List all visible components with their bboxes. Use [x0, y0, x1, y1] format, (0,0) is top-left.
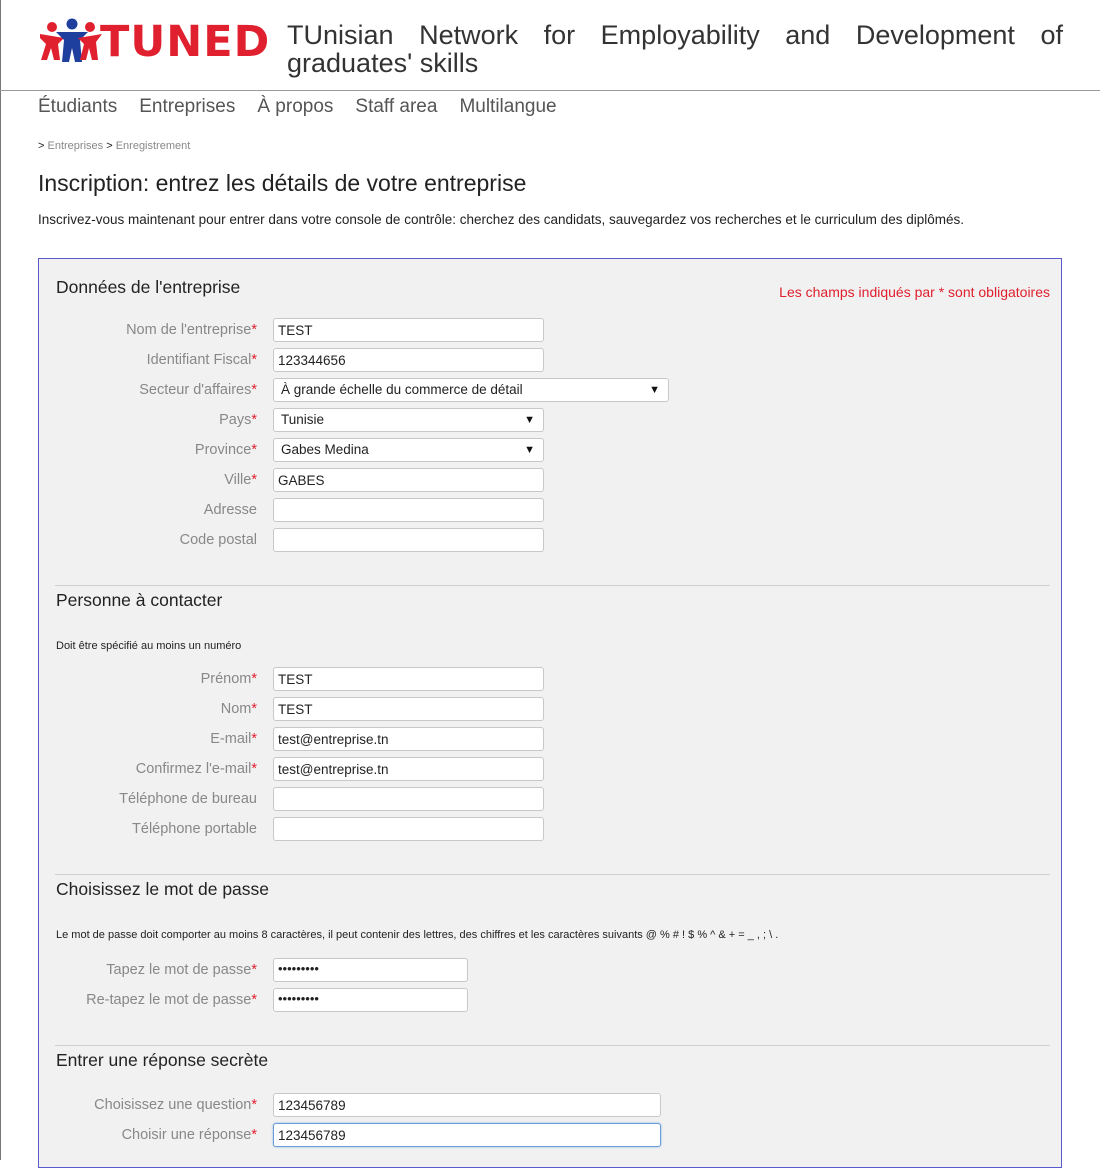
- first-name-input[interactable]: [273, 667, 544, 691]
- site-header: TUNED TUnisian Network for Employability…: [0, 0, 1100, 91]
- section-title-password: Choisissez le mot de passe: [56, 879, 270, 899]
- page-intro: Inscrivez-vous maintenant pour entrer da…: [38, 212, 964, 227]
- country-select[interactable]: Tunisie ▼: [273, 408, 544, 432]
- country-label: Pays*: [219, 412, 257, 428]
- nav-item-staff-area[interactable]: Staff area: [355, 96, 437, 118]
- confirm-email-label: Confirmez l'e-mail*: [135, 761, 257, 777]
- password-input[interactable]: •••••••••: [273, 958, 468, 982]
- first-name-label: Prénom*: [200, 671, 257, 687]
- form-row-office-phone: Téléphone de bureau: [39, 787, 1039, 811]
- email-label: E-mail*: [210, 731, 257, 747]
- password-hint: Le mot de passe doit comporter au moins …: [56, 929, 779, 941]
- business-sector-label: Secteur d'affaires*: [139, 382, 257, 398]
- section-divider: [55, 1045, 1050, 1046]
- people-figures-icon: [40, 18, 102, 62]
- breadcrumb-separator: >: [38, 140, 45, 152]
- section-title-company: Données de l'entreprise: [56, 277, 241, 297]
- office-phone-label: Téléphone de bureau: [119, 791, 257, 807]
- form-row-tax-id: Identifiant Fiscal*: [39, 348, 1039, 372]
- nav-item-a-propos[interactable]: À propos: [257, 96, 333, 118]
- retype-password-input[interactable]: •••••••••: [273, 988, 468, 1012]
- dropdown-arrow-icon: ▼: [524, 414, 535, 426]
- main-nav: Étudiants Entreprises À propos Staff are…: [38, 96, 557, 118]
- mobile-phone-input[interactable]: [273, 817, 544, 841]
- province-select[interactable]: Gabes Medina ▼: [273, 438, 544, 462]
- postal-code-input[interactable]: [273, 528, 544, 552]
- breadcrumb-separator: >: [106, 140, 113, 152]
- dropdown-arrow-icon: ▼: [649, 384, 660, 396]
- nav-item-etudiants[interactable]: Étudiants: [38, 96, 117, 118]
- city-label: Ville*: [224, 472, 257, 488]
- section-divider: [55, 585, 1050, 586]
- registration-form: Données de l'entreprise Les champs indiq…: [38, 258, 1062, 1168]
- retype-password-label: Re-tapez le mot de passe*: [86, 992, 257, 1008]
- section-title-secret: Entrer une réponse secrète: [56, 1050, 269, 1070]
- section-divider: [55, 874, 1050, 875]
- secret-answer-label: Choisir une réponse*: [121, 1127, 257, 1143]
- site-title: TUnisian Network for Employability and D…: [287, 20, 1063, 78]
- breadcrumb-item-enregistrement: Enregistrement: [115, 140, 191, 152]
- province-value: Gabes Medina: [281, 442, 369, 457]
- site-logo[interactable]: TUNED: [38, 14, 270, 70]
- secret-question-input[interactable]: [273, 1093, 661, 1117]
- email-input[interactable]: [273, 727, 544, 751]
- company-name-input[interactable]: [273, 318, 544, 342]
- form-row-last-name: Nom*: [39, 697, 1039, 721]
- tax-id-input[interactable]: [273, 348, 544, 372]
- form-row-retype-password: Re-tapez le mot de passe* •••••••••: [39, 988, 1039, 1012]
- form-row-mobile-phone: Téléphone portable: [39, 817, 1039, 841]
- address-label: Adresse: [203, 502, 257, 518]
- postal-code-label: Code postal: [179, 532, 257, 548]
- secret-question-label: Choisissez une question*: [94, 1097, 257, 1113]
- required-fields-note: Les champs indiqués par * sont obligatoi…: [779, 284, 1050, 300]
- city-input[interactable]: [273, 468, 544, 492]
- form-row-secret-answer: Choisir une réponse*: [39, 1123, 1039, 1147]
- form-row-country: Pays* Tunisie ▼: [39, 408, 1039, 432]
- business-sector-value: À grande échelle du commerce de détail: [281, 382, 523, 397]
- office-phone-input[interactable]: [273, 787, 544, 811]
- tax-id-label: Identifiant Fiscal*: [146, 352, 257, 368]
- form-row-address: Adresse: [39, 498, 1039, 522]
- address-input[interactable]: [273, 498, 544, 522]
- last-name-input[interactable]: [273, 697, 544, 721]
- page-title: Inscription: entrez les détails de votre…: [38, 170, 527, 196]
- last-name-label: Nom*: [220, 701, 257, 717]
- form-row-city: Ville*: [39, 468, 1039, 492]
- breadcrumb-item-entreprises[interactable]: Entreprises: [48, 140, 104, 152]
- form-row-postal-code: Code postal: [39, 528, 1039, 552]
- form-row-secret-question: Choisissez une question*: [39, 1093, 1039, 1117]
- mobile-phone-label: Téléphone portable: [132, 821, 257, 837]
- form-row-password: Tapez le mot de passe* •••••••••: [39, 958, 1039, 982]
- nav-item-entreprises[interactable]: Entreprises: [139, 96, 235, 118]
- form-row-business-sector: Secteur d'affaires* À grande échelle du …: [39, 378, 1039, 402]
- form-row-email: E-mail*: [39, 727, 1039, 751]
- form-row-province: Province* Gabes Medina ▼: [39, 438, 1039, 462]
- contact-hint: Doit être spécifié au moins un numéro: [56, 640, 242, 652]
- confirm-email-input[interactable]: [273, 757, 544, 781]
- logo-text: TUNED: [100, 17, 271, 67]
- section-title-contact: Personne à contacter: [56, 590, 223, 610]
- password-label: Tapez le mot de passe*: [106, 962, 257, 978]
- secret-answer-input[interactable]: [273, 1123, 661, 1147]
- business-sector-select[interactable]: À grande échelle du commerce de détail ▼: [273, 378, 669, 402]
- form-row-first-name: Prénom*: [39, 667, 1039, 691]
- nav-item-multilangue[interactable]: Multilangue: [459, 96, 556, 118]
- breadcrumb: > Entreprises > Enregistrement: [38, 140, 190, 152]
- province-label: Province*: [194, 442, 257, 458]
- form-row-confirm-email: Confirmez l'e-mail*: [39, 757, 1039, 781]
- dropdown-arrow-icon: ▼: [524, 444, 535, 456]
- company-name-label: Nom de l'entreprise*: [126, 322, 257, 338]
- country-value: Tunisie: [281, 412, 325, 427]
- form-row-company-name: Nom de l'entreprise*: [39, 318, 1039, 342]
